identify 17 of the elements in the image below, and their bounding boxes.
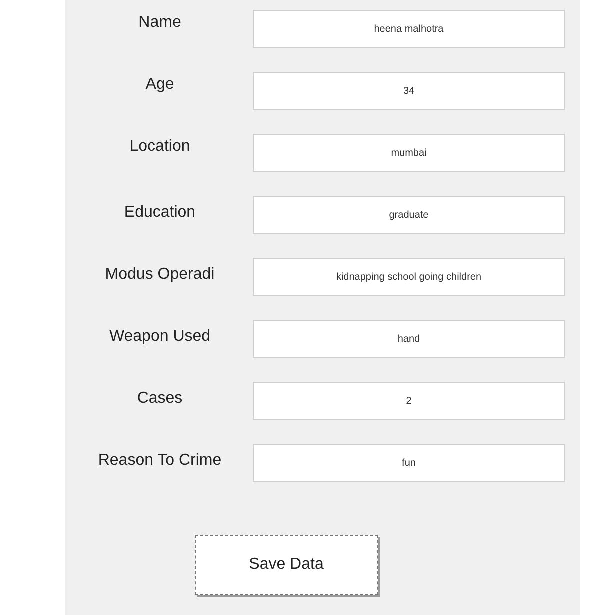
input-field[interactable]: graduate	[253, 196, 565, 234]
input-field[interactable]: 34	[253, 72, 565, 110]
field-label: Modus Operadi	[104, 266, 216, 284]
input-field[interactable]: hand	[253, 320, 565, 358]
field-label: Location	[128, 138, 192, 156]
field-label: Cases	[136, 390, 184, 408]
input-field[interactable]: mumbai	[253, 134, 565, 172]
input-field[interactable]: fun	[253, 444, 565, 482]
input-field[interactable]: heena malhotra	[253, 10, 565, 48]
field-label: Weapon Used	[108, 328, 212, 346]
field-label: Name	[138, 14, 182, 32]
field-label: Reason To Crime	[97, 452, 223, 470]
field-label: Education	[123, 204, 197, 222]
input-field[interactable]: kidnapping school going children	[253, 258, 565, 296]
input-field[interactable]: 2	[253, 382, 565, 420]
save-button[interactable]: Save Data	[195, 535, 378, 595]
field-label: Age	[144, 76, 176, 94]
